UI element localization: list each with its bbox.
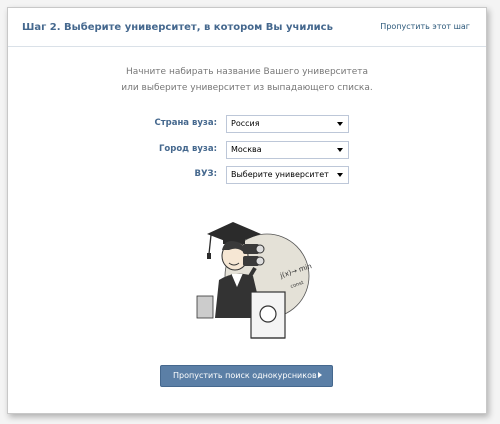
- skip-classmates-search-button[interactable]: Пропустить поиск однокурсников: [160, 365, 333, 387]
- city-row: Город вуза: Москва: [8, 141, 486, 159]
- graduate-illustration-icon: j(x)→ min const: [196, 222, 313, 339]
- step-header: Шаг 2. Выберите университет, в котором В…: [8, 8, 486, 47]
- skip-step-link[interactable]: Пропустить этот шаг: [380, 22, 470, 31]
- university-value: Выберите университет: [231, 170, 329, 179]
- country-select[interactable]: Россия: [226, 115, 349, 133]
- registration-panel: Шаг 2. Выберите университет, в котором В…: [7, 7, 487, 414]
- country-row: Страна вуза: Россия: [8, 115, 486, 133]
- instructions-text: Начните набирать название Вашего универс…: [8, 64, 486, 96]
- dropdown-arrow-icon: [337, 148, 343, 152]
- dropdown-arrow-icon: [337, 122, 343, 126]
- dropdown-arrow-icon: [337, 173, 343, 177]
- country-value: Россия: [231, 119, 260, 128]
- arrow-right-icon: [318, 372, 322, 378]
- skip-button-label: Пропустить поиск однокурсников: [173, 371, 317, 380]
- city-select[interactable]: Москва: [226, 141, 349, 159]
- university-row: ВУЗ: Выберите университет: [8, 166, 486, 184]
- country-label: Страна вуза:: [154, 118, 217, 128]
- page-title: Шаг 2. Выберите университет, в котором В…: [22, 22, 333, 33]
- city-label: Город вуза:: [159, 144, 217, 154]
- university-select[interactable]: Выберите университет: [226, 166, 349, 184]
- instructions-line-2: или выберите университет из выпадающего …: [121, 83, 373, 93]
- university-label: ВУЗ:: [194, 169, 217, 179]
- city-value: Москва: [231, 145, 262, 154]
- instructions-line-1: Начните набирать название Вашего универс…: [125, 67, 369, 77]
